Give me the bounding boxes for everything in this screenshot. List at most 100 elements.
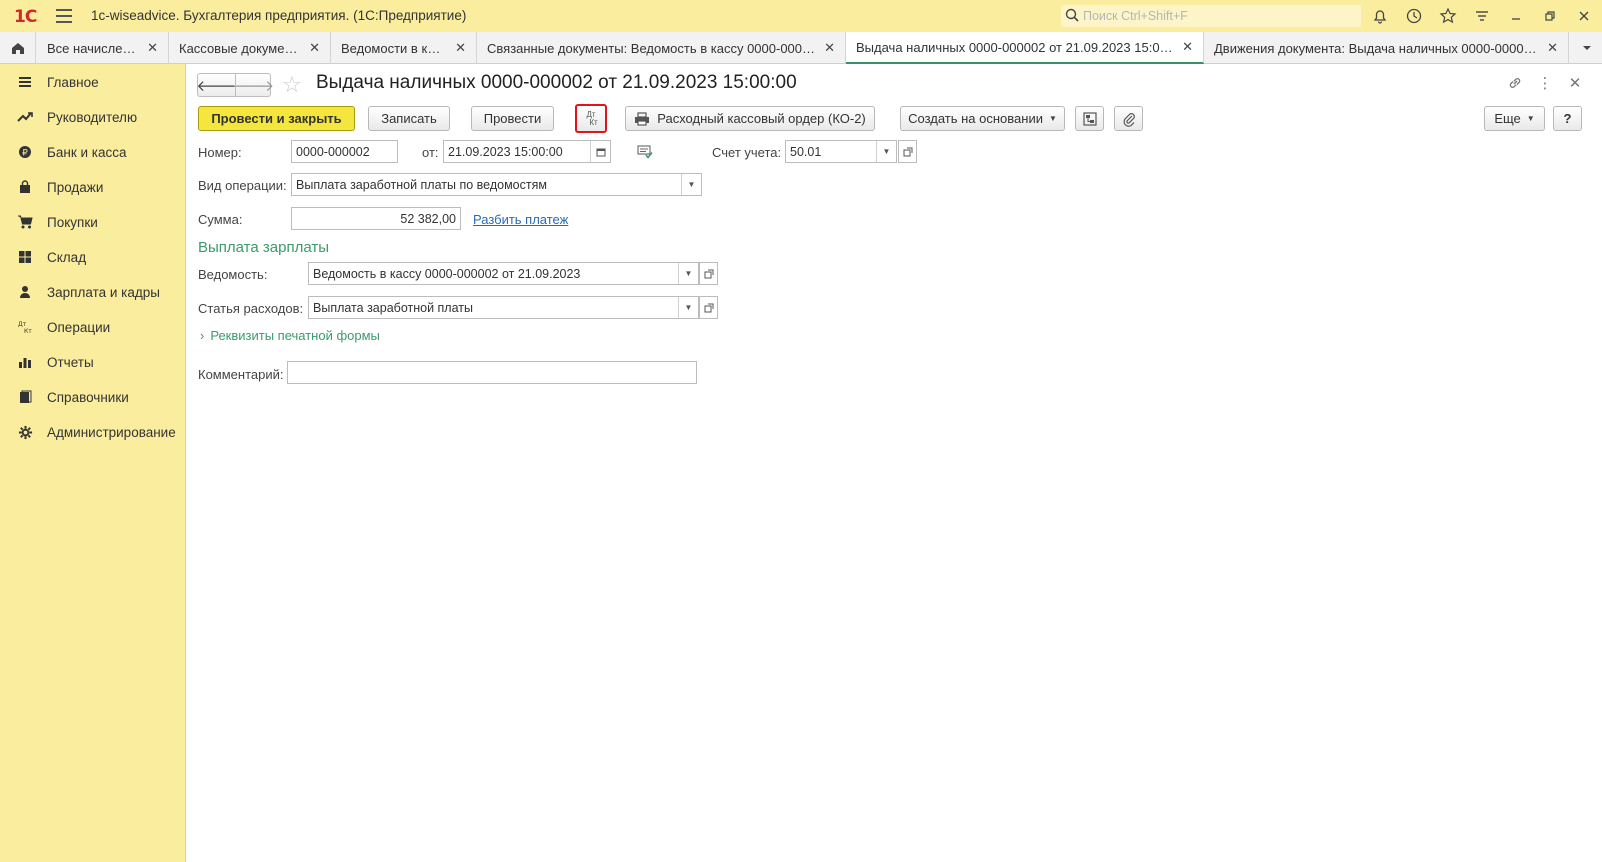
sum-value: 52 382,00 <box>400 211 456 226</box>
close-tab-icon[interactable]: ✕ <box>1182 39 1193 55</box>
structure-button[interactable] <box>1075 106 1104 131</box>
print-cash-order-button[interactable]: Расходный кассовый ордер (КО-2) <box>625 106 875 131</box>
statement-select[interactable]: Ведомость в кассу 0000-000002 от 21.09.2… <box>308 262 699 285</box>
create-based-on-button[interactable]: Создать на основании ▼ <box>900 106 1065 131</box>
close-window-icon[interactable] <box>1575 7 1593 25</box>
close-tab-icon[interactable]: ✕ <box>309 40 320 56</box>
print-button-label: Расходный кассовый ордер (КО-2) <box>657 111 866 126</box>
tab-list-chevron-down-icon[interactable] <box>1572 32 1602 64</box>
chevron-down-icon[interactable]: ▼ <box>678 263 698 284</box>
settings-menu-icon[interactable] <box>1473 7 1491 25</box>
books-icon <box>17 389 33 405</box>
sidebar-item-references[interactable]: Справочники <box>0 382 186 412</box>
tab-label: Кассовые документы <box>179 40 302 56</box>
sidebar-item-purchases[interactable]: Покупки <box>0 207 186 237</box>
tab-label: Связанные документы: Ведомость в кассу 0… <box>487 40 817 56</box>
attach-file-button[interactable] <box>1114 106 1143 131</box>
operation-value: Выплата заработной платы по ведомостям <box>296 177 547 192</box>
tab-cash-statements[interactable]: Ведомости в кассу ✕ <box>331 32 477 64</box>
comment-field[interactable] <box>287 361 697 384</box>
save-button[interactable]: Записать <box>368 106 450 131</box>
menu-icon <box>17 74 33 90</box>
expense-open-icon[interactable] <box>699 296 718 319</box>
help-button[interactable]: ? <box>1553 106 1582 131</box>
back-arrow-icon[interactable]: 🡐 <box>196 74 236 96</box>
more-vertical-icon[interactable]: ⋮ <box>1536 74 1554 92</box>
dt-kt-button[interactable]: Дт Кт <box>575 104 607 133</box>
date-value: 21.09.2023 15:00:00 <box>448 144 563 159</box>
expense-item-select[interactable]: Выплата заработной платы ▼ <box>308 296 699 319</box>
sidebar-item-operations[interactable]: Дт Кт Операции <box>0 312 186 342</box>
close-tab-icon[interactable]: ✕ <box>824 40 835 56</box>
close-tab-icon[interactable]: ✕ <box>147 40 158 56</box>
favorite-star-icon[interactable]: ☆ <box>282 72 302 98</box>
nav-buttons: 🡐 🡒 <box>196 73 274 97</box>
tab-label: Ведомости в кассу <box>341 40 448 56</box>
forward-arrow-icon[interactable]: 🡒 <box>234 74 274 96</box>
tab-cash-issue[interactable]: Выдача наличных 0000-000002 от 21.09.202… <box>846 32 1204 64</box>
sum-label: Сумма: <box>198 212 243 227</box>
post-button[interactable]: Провести <box>471 106 554 131</box>
sidebar: Главное Руководителю ₽ Банк и касса Прод… <box>0 64 186 862</box>
restore-icon[interactable] <box>1541 7 1559 25</box>
history-icon[interactable] <box>1405 7 1423 25</box>
tab-related-documents[interactable]: Связанные документы: Ведомость в кассу 0… <box>477 32 846 64</box>
favorites-icon[interactable] <box>1439 7 1457 25</box>
more-button[interactable]: Еще ▼ <box>1484 106 1545 131</box>
minimize-icon[interactable] <box>1507 7 1525 25</box>
coin-icon: ₽ <box>17 144 33 160</box>
operation-type-select[interactable]: Выплата заработной платы по ведомостям ▼ <box>291 173 702 196</box>
sum-field[interactable]: 52 382,00 <box>291 207 461 230</box>
main-menu-icon[interactable] <box>56 9 72 23</box>
print-requisites-toggle[interactable]: › Реквизиты печатной формы <box>200 328 380 343</box>
tab-cash-documents[interactable]: Кассовые документы ✕ <box>169 32 331 64</box>
bell-icon[interactable] <box>1371 7 1389 25</box>
title-bar: 1С 1c-wiseadvice. Бухгалтерия предприяти… <box>0 0 1602 32</box>
sidebar-item-label: Руководителю <box>47 109 138 125</box>
sidebar-item-label: Администрирование <box>47 424 176 440</box>
chevron-right-icon: › <box>200 328 205 343</box>
search-placeholder: Поиск Ctrl+Shift+F <box>1083 9 1188 23</box>
comment-history-icon[interactable] <box>637 145 653 162</box>
account-field[interactable]: 50.01 ▼ <box>785 140 897 163</box>
split-payment-link[interactable]: Разбить платеж <box>473 212 568 227</box>
app-logo[interactable]: 1С <box>14 7 37 27</box>
chevron-down-icon[interactable]: ▼ <box>678 297 698 318</box>
calendar-icon[interactable] <box>590 141 610 162</box>
date-field[interactable]: 21.09.2023 15:00:00 <box>443 140 611 163</box>
account-open-icon[interactable] <box>898 140 917 163</box>
sidebar-item-label: Операции <box>47 319 111 335</box>
sidebar-item-label: Покупки <box>47 214 98 230</box>
sidebar-item-warehouse[interactable]: Склад <box>0 242 186 272</box>
gear-icon <box>17 424 33 440</box>
chevron-down-icon: ▼ <box>1048 114 1057 123</box>
svg-text:₽: ₽ <box>22 149 28 159</box>
post-and-close-button[interactable]: Провести и закрыть <box>198 106 355 131</box>
sidebar-item-bank-cash[interactable]: ₽ Банк и касса <box>0 137 186 167</box>
dt-kt-icon: Дт Кт <box>584 110 598 127</box>
link-icon[interactable] <box>1506 74 1524 92</box>
tab-label: Выдача наличных 0000-000002 от 21.09.202… <box>856 39 1175 55</box>
tab-document-movements[interactable]: Движения документа: Выдача наличных 0000… <box>1204 32 1569 64</box>
sidebar-item-administration[interactable]: Администрирование <box>0 417 186 447</box>
close-form-icon[interactable]: ✕ <box>1566 74 1584 92</box>
sidebar-item-label: Справочники <box>47 389 129 405</box>
tab-label: Движения документа: Выдача наличных 0000… <box>1214 40 1539 56</box>
sidebar-item-salary-hr[interactable]: Зарплата и кадры <box>0 277 186 307</box>
number-field[interactable]: 0000-000002 <box>291 140 398 163</box>
tab-bar: Все начисления ✕ Кассовые документы ✕ Ведо… <box>0 32 1602 64</box>
sidebar-item-main[interactable]: Главное <box>0 67 186 97</box>
search-input[interactable]: Поиск Ctrl+Shift+F <box>1061 5 1361 27</box>
home-tab[interactable] <box>0 32 36 64</box>
sidebar-item-reports[interactable]: Отчеты <box>0 347 186 377</box>
chevron-down-icon[interactable]: ▼ <box>876 141 896 162</box>
sidebar-item-manager[interactable]: Руководителю <box>0 102 186 132</box>
tab-all-accruals[interactable]: Все начисления ✕ <box>37 32 169 64</box>
sidebar-item-sales[interactable]: Продажи <box>0 172 186 202</box>
chevron-down-icon: ▼ <box>1526 114 1535 123</box>
statement-open-icon[interactable] <box>699 262 718 285</box>
chevron-down-icon[interactable]: ▼ <box>681 174 701 195</box>
kt-label: Кт <box>589 117 598 127</box>
close-tab-icon[interactable]: ✕ <box>455 40 466 56</box>
close-tab-icon[interactable]: ✕ <box>1547 40 1558 56</box>
